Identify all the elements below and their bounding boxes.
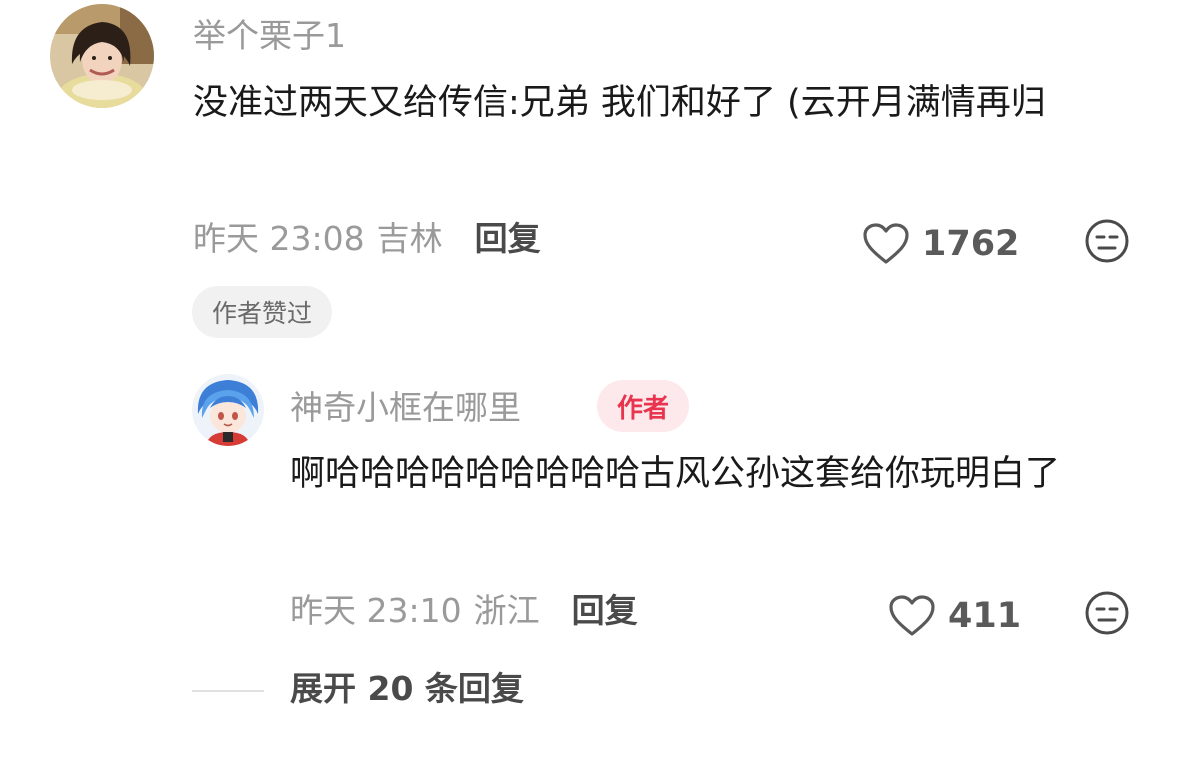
reply-avatar[interactable]: [192, 374, 264, 446]
unamused-face-icon: [1085, 219, 1129, 263]
heart-outline-icon: [889, 595, 935, 636]
reply-location: 浙江: [473, 591, 540, 630]
comment-like-button[interactable]: 1762: [862, 222, 1019, 266]
reply-reply-button[interactable]: 回复: [572, 594, 638, 627]
reply-like-button[interactable]: 411: [888, 594, 1021, 638]
comment-location: 吉林: [376, 219, 443, 258]
reply-meta: 昨天 23:10 浙江 回复: [290, 594, 638, 627]
reply-username[interactable]: 神奇小框在哪里: [290, 391, 521, 424]
commenter-avatar[interactable]: [50, 4, 154, 108]
reply-dislike-button[interactable]: [1084, 590, 1130, 636]
author-badge: 作者: [597, 380, 690, 432]
comment-time: 昨天 23:08: [193, 219, 365, 258]
author-liked-badge: 作者赞过: [192, 286, 333, 338]
user-avatar-photo-icon: [50, 4, 154, 108]
expand-divider: [192, 690, 264, 692]
expand-replies-button[interactable]: 展开 20 条回复: [290, 672, 524, 705]
anime-character-avatar-icon: [192, 374, 264, 446]
commenter-username[interactable]: 举个栗子1: [193, 19, 346, 52]
unamused-face-icon: [1085, 591, 1129, 635]
heart-outline-icon: [863, 223, 909, 264]
comment-like-count: 1762: [922, 223, 1020, 264]
reply-like-count: 411: [948, 595, 1022, 636]
comment-dislike-button[interactable]: [1084, 218, 1130, 264]
comment-reply-button[interactable]: 回复: [475, 222, 541, 255]
reply-text: 啊哈哈哈哈哈哈哈哈哈古风公孙这套给你玩明白了: [290, 454, 1061, 494]
comment-meta: 昨天 23:08 吉林 回复: [193, 222, 541, 255]
reply-time: 昨天 23:10: [290, 591, 462, 630]
comment-text: 没准过两天又给传信:兄弟 我们和好了 (云开月满情再归: [193, 83, 1046, 123]
